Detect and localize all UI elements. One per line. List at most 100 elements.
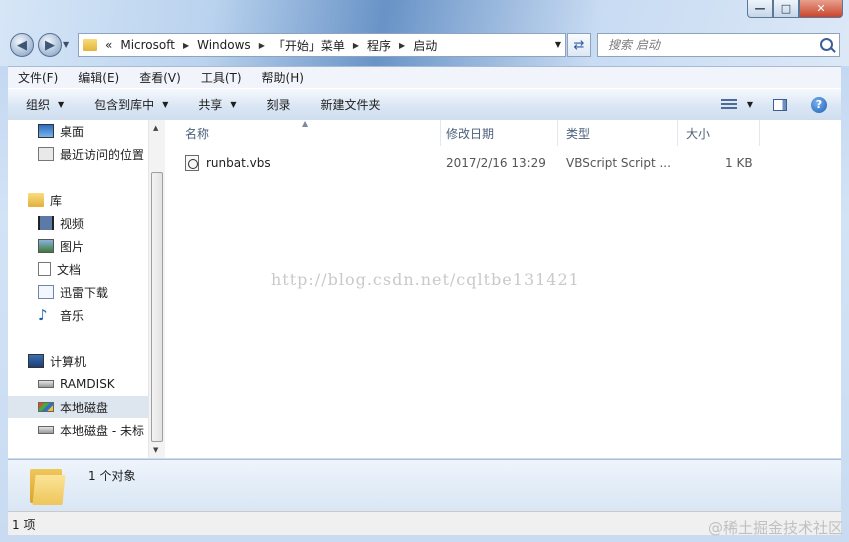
folder-icon	[28, 466, 66, 506]
column-header-label: 大小	[686, 126, 711, 141]
nav-item-local-disk[interactable]: 本地磁盘	[8, 396, 148, 418]
scroll-up-icon[interactable]: ▲	[153, 124, 158, 132]
minimize-button[interactable]: —	[747, 0, 773, 18]
menu-edit[interactable]: 编辑(E)	[68, 69, 129, 86]
forward-button[interactable]: ▶	[38, 33, 62, 57]
menu-tools[interactable]: 工具(T)	[191, 69, 252, 86]
chevron-down-icon: ▼	[230, 100, 237, 109]
nav-item-thunder-downloads[interactable]: 迅雷下载	[38, 281, 165, 303]
nav-item-videos[interactable]: 视频	[38, 212, 165, 234]
column-header-name[interactable]: 名称	[177, 120, 441, 146]
breadcrumb-programs[interactable]: 程序	[367, 37, 391, 54]
share-button[interactable]: 共享 ▼	[180, 89, 248, 120]
chevron-right-icon[interactable]: ▶	[183, 41, 189, 50]
navigation-row: ◀ ▶ ▼ « Microsoft ▶ Windows ▶ 「开始」菜单 ▶ 程…	[0, 30, 849, 60]
file-modified: 2017/2/16 13:29	[446, 156, 546, 170]
nav-item-label: RAMDISK	[60, 377, 115, 391]
search-icon[interactable]	[820, 38, 833, 51]
library-icon	[28, 193, 44, 207]
nav-item-label: 库	[50, 193, 63, 208]
new-folder-button[interactable]: 新建文件夹	[303, 89, 393, 120]
column-header-size[interactable]: 大小	[678, 120, 760, 146]
nav-item-ramdisk[interactable]: RAMDISK	[38, 373, 165, 395]
nav-item-computer[interactable]: 计算机	[28, 350, 165, 372]
details-pane: 1 个对象	[8, 459, 841, 511]
recent-places-icon	[38, 147, 54, 161]
nav-item-documents[interactable]: 文档	[38, 258, 165, 280]
refresh-icon: ⇄	[573, 37, 585, 53]
nav-item-label: 计算机	[50, 354, 87, 369]
navigation-scrollbar[interactable]: ▲ ▼	[148, 120, 166, 458]
scrollbar-thumb[interactable]	[151, 172, 163, 442]
back-button[interactable]: ◀	[10, 33, 34, 57]
include-in-library-button[interactable]: 包含到库中 ▼	[76, 89, 180, 120]
document-icon	[38, 262, 51, 276]
breadcrumb-overflow[interactable]: «	[105, 38, 112, 52]
menu-help[interactable]: 帮助(H)	[252, 69, 314, 86]
recent-pages-dropdown[interactable]: ▼	[63, 40, 69, 49]
file-name: runbat.vbs	[206, 156, 271, 170]
nav-item-recent-places[interactable]: 最近访问的位置	[38, 143, 165, 165]
menu-file[interactable]: 文件(F)	[8, 69, 68, 86]
nav-item-label: 音乐	[60, 308, 85, 323]
close-button[interactable]: ✕	[799, 0, 843, 18]
view-details-icon[interactable]	[720, 98, 737, 111]
search-input[interactable]	[606, 37, 810, 53]
chevron-right-icon[interactable]: ▶	[399, 41, 405, 50]
search-box[interactable]	[597, 33, 840, 57]
column-header-type[interactable]: 类型	[558, 120, 678, 146]
blog-watermark: http://blog.csdn.net/cqltbe131421	[271, 270, 580, 289]
view-options-dropdown[interactable]: ▼	[747, 100, 753, 109]
chevron-right-icon[interactable]: ▶	[353, 41, 359, 50]
nav-item-libraries[interactable]: 库	[28, 189, 165, 211]
nav-item-local-disk-unlabeled[interactable]: 本地磁盘 - 未标	[38, 419, 148, 441]
breadcrumb-windows[interactable]: Windows	[197, 38, 251, 52]
chevron-down-icon: ▼	[58, 100, 65, 109]
download-icon	[38, 285, 54, 299]
nav-item-desktop[interactable]: 桌面	[38, 120, 165, 142]
column-header-label: 修改日期	[446, 126, 495, 141]
preview-pane-icon[interactable]	[773, 98, 787, 111]
column-header-label: 类型	[566, 126, 591, 141]
picture-icon	[38, 239, 54, 253]
organize-label: 组织	[26, 98, 51, 112]
breadcrumb-start-menu[interactable]: 「开始」菜单	[273, 37, 345, 54]
menu-bar: 文件(F) 编辑(E) 查看(V) 工具(T) 帮助(H)	[8, 66, 841, 88]
organize-button[interactable]: 组织 ▼	[8, 89, 76, 120]
vbscript-file-icon	[185, 155, 199, 171]
column-header-modified[interactable]: 修改日期	[438, 120, 558, 146]
chevron-right-icon[interactable]: ▶	[259, 41, 265, 50]
nav-item-label: 桌面	[60, 124, 85, 139]
scroll-down-icon[interactable]: ▼	[153, 446, 158, 454]
nav-item-label: 图片	[60, 239, 85, 254]
site-watermark: @稀土掘金技术社区	[707, 519, 843, 537]
burn-button[interactable]: 刻录	[249, 89, 303, 120]
nav-item-label: 视频	[60, 216, 85, 231]
share-label: 共享	[198, 98, 223, 112]
column-header-label: 名称	[185, 126, 210, 141]
nav-item-pictures[interactable]: 图片	[38, 235, 165, 257]
nav-item-music[interactable]: ♪ 音乐	[38, 304, 165, 326]
file-row[interactable]: runbat.vbs 2017/2/16 13:29 VBScript Scri…	[169, 152, 841, 174]
nav-item-label: 迅雷下载	[60, 285, 109, 300]
music-icon: ♪	[38, 306, 48, 324]
breadcrumb-startup[interactable]: 启动	[413, 37, 437, 54]
status-text: 1 项	[12, 518, 36, 532]
drive-icon	[38, 380, 54, 388]
burn-label: 刻录	[266, 98, 291, 112]
nav-item-label: 本地磁盘 - 未标	[60, 423, 144, 438]
help-icon[interactable]: ?	[811, 96, 827, 113]
address-history-dropdown[interactable]: ▼	[555, 40, 561, 49]
window-controls: — □ ✕	[747, 0, 843, 20]
refresh-button[interactable]: ⇄	[567, 33, 591, 57]
address-bar[interactable]: « Microsoft ▶ Windows ▶ 「开始」菜单 ▶ 程序 ▶ 启动…	[78, 33, 566, 57]
nav-item-label: 文档	[57, 262, 82, 277]
new-folder-label: 新建文件夹	[320, 98, 381, 112]
menu-view[interactable]: 查看(V)	[129, 69, 191, 86]
breadcrumb: « Microsoft ▶ Windows ▶ 「开始」菜单 ▶ 程序 ▶ 启动	[105, 37, 437, 54]
drive-icon	[38, 426, 54, 434]
maximize-button[interactable]: □	[773, 0, 799, 18]
breadcrumb-microsoft[interactable]: Microsoft	[120, 38, 175, 52]
navigation-pane: 桌面 最近访问的位置 库 视频 图片 文档 迅雷下载 ♪ 音乐 计算机 RAMD…	[8, 120, 165, 458]
file-size: 1 KB	[725, 156, 753, 170]
